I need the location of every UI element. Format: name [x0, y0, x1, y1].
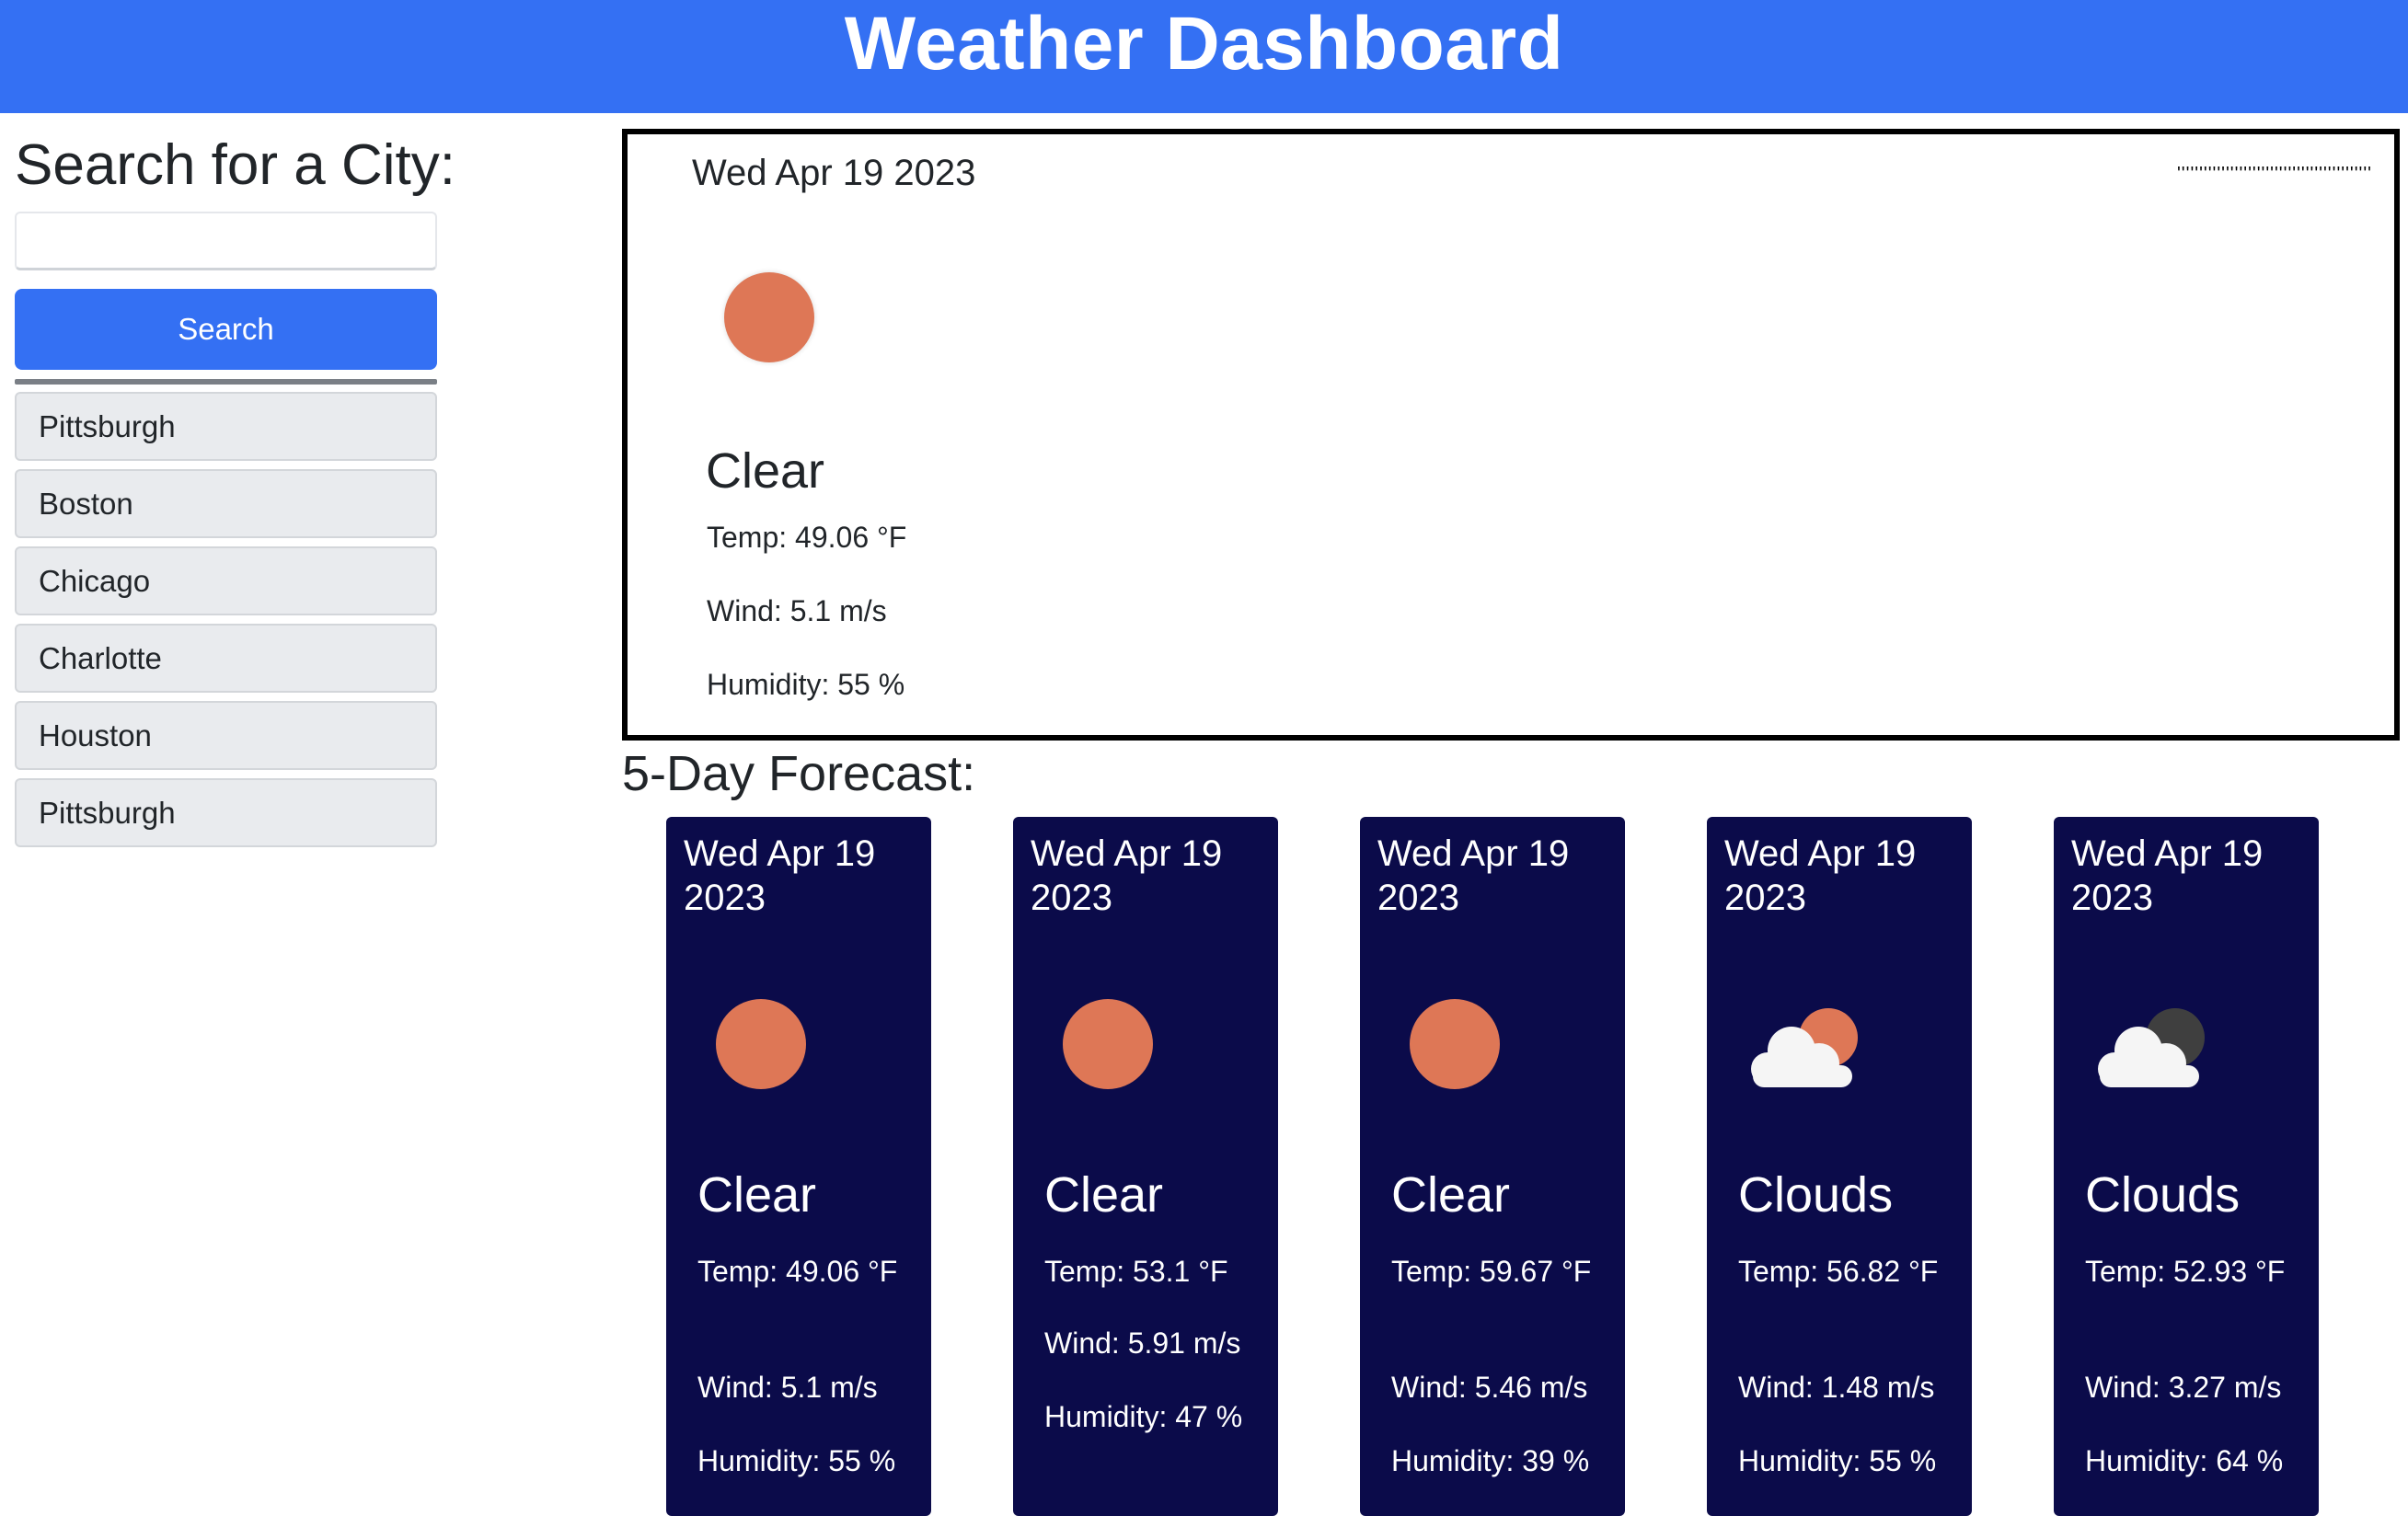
sidebar-divider: [15, 379, 437, 385]
forecast-humidity: Humidity: 55 %: [697, 1444, 896, 1477]
city-search-input[interactable]: [15, 212, 437, 270]
forecast-card-day-1: Wed Apr 19 2023 Clear Temp: 49.06 °F Win…: [666, 817, 931, 1516]
forecast-humidity: Humidity: 39 %: [1391, 1444, 1590, 1477]
current-weather-panel: Wed Apr 19 2023 ''''''''''''''''''''''''…: [622, 129, 2400, 741]
cloud-moon-icon: [2098, 1008, 2205, 1087]
forecast-temp: Temp: 53.1 °F: [1044, 1255, 1228, 1288]
current-humidity: Humidity: 55 %: [707, 668, 905, 701]
history-item-houston[interactable]: Houston: [15, 701, 437, 770]
current-temp: Temp: 49.06 °F: [707, 521, 907, 554]
forecast-wind: Wind: 3.27 m/s: [2085, 1371, 2282, 1404]
current-condition: Clear: [706, 443, 825, 499]
forecast-date: Wed Apr 19 2023: [1031, 833, 1223, 918]
history-item-pittsburgh[interactable]: Pittsburgh: [15, 392, 437, 461]
history-item-charlotte[interactable]: Charlotte: [15, 624, 437, 693]
forecast-condition: Clouds: [2085, 1167, 2241, 1223]
forecast-card-day-4: Wed Apr 19 2023 Clouds Temp: 56.82 °F Wi…: [1707, 817, 1972, 1516]
forecast-temp: Temp: 52.93 °F: [2085, 1255, 2286, 1288]
current-wind: Wind: 5.1 m/s: [707, 594, 887, 627]
forecast-date: Wed Apr 19 2023: [684, 833, 876, 918]
forecast-humidity: Humidity: 47 %: [1044, 1400, 1243, 1433]
forecast-wind: Wind: 5.46 m/s: [1391, 1371, 1588, 1404]
search-heading: Search for a City:: [15, 133, 455, 197]
history-item-chicago[interactable]: Chicago: [15, 546, 437, 615]
forecast-card-day-3: Wed Apr 19 2023 Clear Temp: 59.67 °F Win…: [1360, 817, 1625, 1516]
history-item-boston[interactable]: Boston: [15, 469, 437, 538]
page-title: Weather Dashboard: [844, 2, 1564, 86]
search-sidebar: Search for a City: Search Pittsburgh Bos…: [15, 129, 455, 856]
history-item-pittsburgh-2[interactable]: Pittsburgh: [15, 778, 437, 847]
forecast-condition: Clear: [1391, 1167, 1511, 1223]
forecast-humidity: Humidity: 64 %: [2085, 1444, 2284, 1477]
sun-icon: [1063, 999, 1153, 1089]
forecast-temp: Temp: 49.06 °F: [697, 1255, 898, 1288]
forecast-condition: Clear: [1044, 1167, 1164, 1223]
forecast-card-day-5: Wed Apr 19 2023 Clouds Temp: 52.93 °F Wi…: [2054, 817, 2319, 1516]
forecast-temp: Temp: 56.82 °F: [1738, 1255, 1939, 1288]
sun-icon: [724, 272, 814, 362]
forecast-date: Wed Apr 19 2023: [1377, 833, 1570, 918]
current-ticks: ''''''''''''''''''''''''''''''''''''''''…: [2176, 164, 2372, 184]
forecast-wind: Wind: 1.48 m/s: [1738, 1371, 1935, 1404]
app-header: Weather Dashboard: [0, 0, 2408, 113]
search-history-list: Pittsburgh Boston Chicago Charlotte Hous…: [15, 392, 438, 847]
current-date: Wed Apr 19 2023: [692, 153, 976, 193]
forecast-card-day-2: Wed Apr 19 2023 Clear Temp: 53.1 °F Wind…: [1013, 817, 1278, 1516]
search-button[interactable]: Search: [15, 289, 437, 370]
forecast-wind: Wind: 5.91 m/s: [1044, 1326, 1241, 1360]
forecast-humidity: Humidity: 55 %: [1738, 1444, 1937, 1477]
forecast-heading: 5-Day Forecast:: [622, 746, 976, 801]
forecast-temp: Temp: 59.67 °F: [1391, 1255, 1592, 1288]
sun-icon: [716, 999, 806, 1089]
forecast-condition: Clouds: [1738, 1167, 1894, 1223]
forecast-date: Wed Apr 19 2023: [2071, 833, 2264, 918]
forecast-date: Wed Apr 19 2023: [1724, 833, 1917, 918]
cloud-sun-icon: [1751, 1008, 1858, 1087]
forecast-condition: Clear: [697, 1167, 817, 1223]
sun-icon: [1410, 999, 1500, 1089]
forecast-wind: Wind: 5.1 m/s: [697, 1371, 878, 1404]
